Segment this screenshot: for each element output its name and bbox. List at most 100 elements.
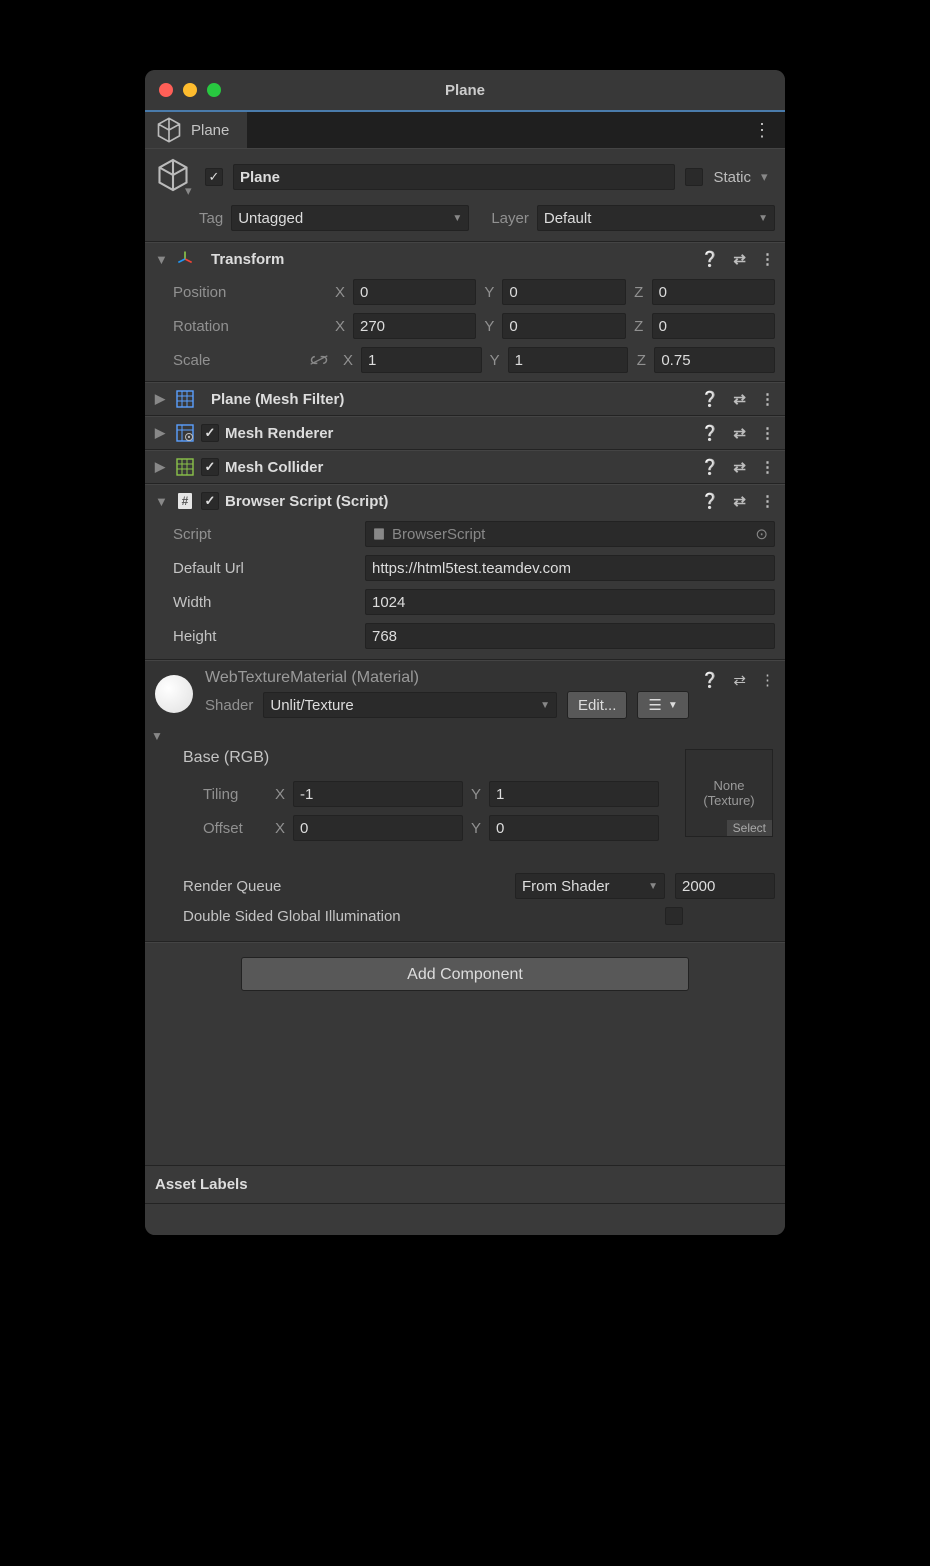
- material-preview[interactable]: [155, 675, 193, 713]
- preset-icon[interactable]: ⇄: [733, 250, 746, 268]
- asset-labels-section[interactable]: Asset Labels: [145, 1165, 785, 1203]
- active-checkbox[interactable]: [205, 168, 223, 186]
- enabled-checkbox[interactable]: [201, 458, 219, 476]
- cube-icon: [155, 116, 183, 144]
- height-input[interactable]: [365, 623, 775, 649]
- tiling-x-input[interactable]: [293, 781, 463, 807]
- add-component-button[interactable]: Add Component: [241, 957, 689, 991]
- rotation-y-input[interactable]: [502, 313, 625, 339]
- static-checkbox[interactable]: [685, 168, 703, 186]
- help-icon[interactable]: ❔: [701, 458, 720, 476]
- texture-select-button[interactable]: Select: [727, 820, 772, 836]
- transform-icon: [175, 249, 195, 269]
- preset-icon[interactable]: ⇄: [733, 390, 746, 408]
- script-label: Script: [155, 526, 355, 543]
- layer-dropdown[interactable]: Default▼: [537, 205, 775, 231]
- tag-label: Tag: [199, 210, 223, 227]
- texture-type-label: (Texture): [686, 793, 772, 808]
- preset-icon[interactable]: ⇄: [733, 424, 746, 442]
- preset-icon[interactable]: ⇄: [733, 492, 746, 510]
- foldout-toggle[interactable]: ▶: [155, 459, 169, 475]
- inspector-window: Plane Plane ⋮ ▾ Static ▾ Tag Untagged▼ L: [145, 70, 785, 1235]
- layer-label: Layer: [491, 210, 529, 227]
- meshfilter-icon: [175, 389, 195, 409]
- url-label: Default Url: [155, 560, 355, 577]
- texture-none-label: None: [686, 778, 772, 793]
- browserscript-component: ▼ # Browser Script (Script) ❔ ⇄ ⋮ Script…: [145, 484, 785, 660]
- help-icon[interactable]: ❔: [701, 492, 720, 510]
- enabled-checkbox[interactable]: [201, 492, 219, 510]
- offset-x-input[interactable]: [293, 815, 463, 841]
- url-input[interactable]: [365, 555, 775, 581]
- material-title: WebTextureMaterial (Material): [205, 669, 689, 687]
- foldout-toggle[interactable]: ▼: [155, 494, 169, 509]
- component-title: Mesh Collider: [225, 459, 323, 476]
- help-icon[interactable]: ❔: [701, 671, 720, 689]
- shader-dropdown[interactable]: Unlit/Texture▼: [263, 692, 557, 718]
- preset-icon[interactable]: ⇄: [733, 458, 746, 476]
- tab-menu-button[interactable]: ⋮: [739, 120, 785, 141]
- material-foldout[interactable]: ▼: [151, 729, 165, 743]
- offset-label: Offset: [203, 820, 263, 837]
- position-z-input[interactable]: [652, 279, 775, 305]
- foldout-toggle[interactable]: ▶: [155, 391, 169, 407]
- help-icon[interactable]: ❔: [701, 390, 720, 408]
- shader-label: Shader: [205, 697, 253, 714]
- preset-icon[interactable]: ⇄: [733, 671, 746, 689]
- constrain-scale-icon[interactable]: [309, 353, 333, 367]
- menu-icon[interactable]: ⋮: [760, 424, 775, 442]
- position-x-input[interactable]: [353, 279, 476, 305]
- foldout-toggle[interactable]: ▼: [155, 252, 169, 267]
- component-title: Plane (Mesh Filter): [211, 391, 344, 408]
- enabled-checkbox[interactable]: [201, 424, 219, 442]
- tag-dropdown[interactable]: Untagged▼: [231, 205, 469, 231]
- tab-inspector[interactable]: Plane: [145, 112, 247, 148]
- help-icon[interactable]: ❔: [701, 250, 720, 268]
- window-title: Plane: [145, 82, 785, 99]
- position-label: Position: [155, 284, 325, 301]
- tab-label: Plane: [191, 122, 229, 139]
- rotation-z-input[interactable]: [652, 313, 775, 339]
- meshcollider-component: ▶ Mesh Collider ❔ ⇄ ⋮: [145, 450, 785, 484]
- shader-value: Unlit/Texture: [270, 697, 353, 714]
- dsgi-checkbox[interactable]: [665, 907, 683, 925]
- renderqueue-dropdown[interactable]: From Shader▼: [515, 873, 665, 899]
- foldout-toggle[interactable]: ▶: [155, 425, 169, 441]
- position-y-input[interactable]: [502, 279, 625, 305]
- static-label: Static: [713, 169, 751, 186]
- script-icon: [372, 527, 386, 541]
- offset-y-input[interactable]: [489, 815, 659, 841]
- edit-button[interactable]: Edit...: [567, 691, 627, 719]
- menu-icon[interactable]: ⋮: [760, 492, 775, 510]
- script-value: BrowserScript: [392, 526, 485, 543]
- height-label: Height: [155, 628, 355, 645]
- titlebar: Plane: [145, 70, 785, 110]
- gameobject-header: ▾ Static ▾ Tag Untagged▼ Layer Default▼: [145, 148, 785, 242]
- menu-icon[interactable]: ⋮: [760, 250, 775, 268]
- object-picker-icon[interactable]: ⊙: [755, 525, 768, 543]
- scale-x-input[interactable]: [361, 347, 482, 373]
- tiling-label: Tiling: [203, 786, 263, 803]
- meshcollider-icon: [175, 457, 195, 477]
- queue-menu-button[interactable]: ☰ ▼: [637, 691, 688, 719]
- script-field[interactable]: BrowserScript ⊙: [365, 521, 775, 547]
- scale-y-input[interactable]: [508, 347, 629, 373]
- rotation-x-input[interactable]: [353, 313, 476, 339]
- menu-icon[interactable]: ⋮: [760, 671, 775, 689]
- menu-icon[interactable]: ⋮: [760, 458, 775, 476]
- static-dropdown-arrow[interactable]: ▾: [761, 169, 775, 185]
- gameobject-name-input[interactable]: [233, 164, 675, 190]
- meshfilter-component: ▶ Plane (Mesh Filter) ❔ ⇄ ⋮: [145, 382, 785, 416]
- menu-icon[interactable]: ⋮: [760, 390, 775, 408]
- renderqueue-label: Render Queue: [183, 878, 505, 895]
- scale-z-input[interactable]: [654, 347, 775, 373]
- tiling-y-input[interactable]: [489, 781, 659, 807]
- base-label: Base (RGB): [183, 749, 669, 767]
- layer-value: Default: [544, 210, 592, 227]
- width-input[interactable]: [365, 589, 775, 615]
- help-icon[interactable]: ❔: [701, 424, 720, 442]
- texture-slot[interactable]: None (Texture) Select: [685, 749, 773, 837]
- renderqueue-input[interactable]: [675, 873, 775, 899]
- component-title: Browser Script (Script): [225, 493, 388, 510]
- gameobject-icon[interactable]: ▾: [155, 157, 195, 197]
